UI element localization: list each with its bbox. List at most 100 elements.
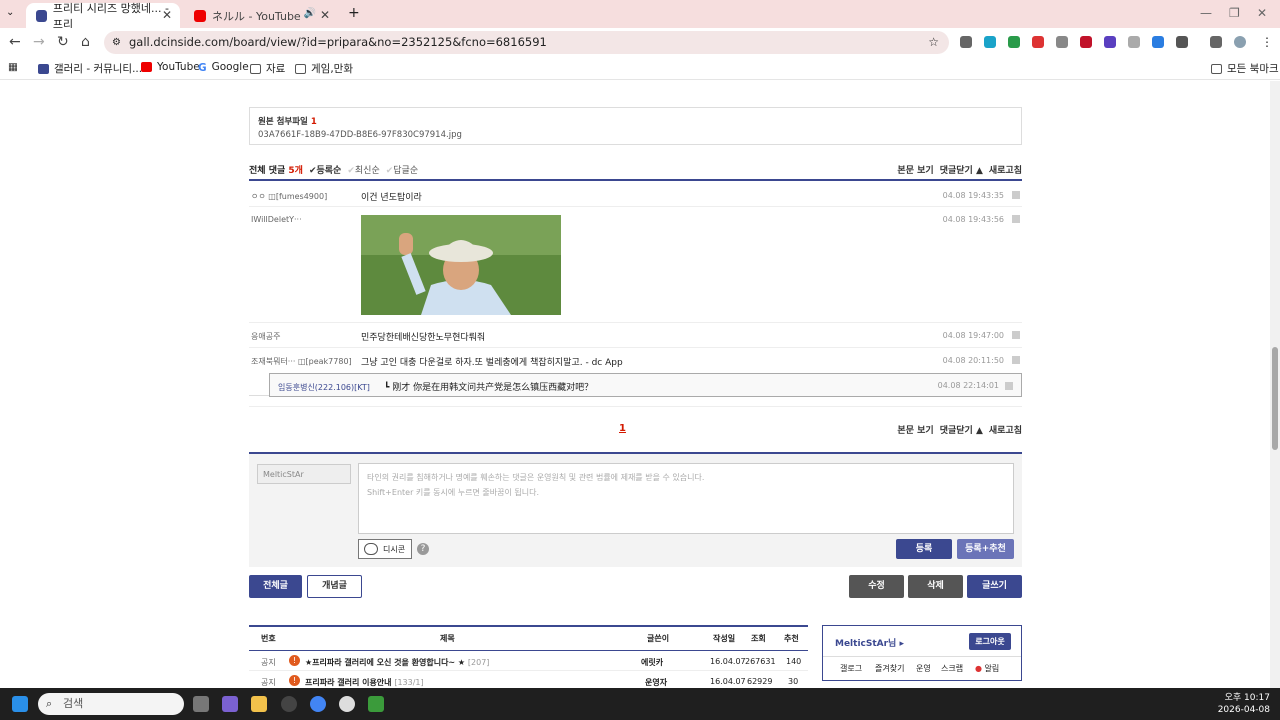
bookmark-all[interactable]: 모든 북마크	[1211, 61, 1279, 76]
table-row[interactable]: 공지 ! 프리파라 갤러리 이용안내 [133/1] 운영자 16.04.07 …	[249, 671, 808, 688]
row-recommend: 140	[786, 657, 802, 666]
comment-image	[361, 215, 561, 315]
refresh-button[interactable]: 새로고침	[989, 423, 1022, 436]
comment-nick[interactable]: 조재북뭐터··· ◫[peak7780]	[251, 356, 352, 367]
back-icon[interactable]: ←	[9, 34, 21, 50]
page-number[interactable]: 1	[619, 423, 626, 434]
scrollbar-thumb[interactable]	[1272, 347, 1278, 450]
bookmark-star-icon[interactable]: ☆	[928, 31, 939, 54]
delete-comment-icon[interactable]	[1012, 215, 1020, 223]
apps-grid-icon[interactable]: ▦	[8, 61, 18, 73]
sort-latest[interactable]: ✔최신순	[347, 163, 379, 176]
refresh-button[interactable]: 새로고침	[989, 163, 1022, 176]
chrome-icon[interactable]	[310, 696, 326, 712]
address-bar[interactable]: ⚙ gall.dcinside.com/board/view/?id=pripa…	[104, 31, 949, 54]
write-post-button[interactable]: 글쓰기	[967, 575, 1022, 598]
manage-link[interactable]: 운영	[916, 663, 931, 674]
login-nick[interactable]: MelticStAr님 ▸	[835, 636, 904, 649]
row-title[interactable]: 프리파라 갤러리 이용안내 [133/1]	[305, 677, 424, 688]
forward-icon[interactable]: →	[33, 34, 45, 50]
delete-comment-icon[interactable]	[1012, 356, 1020, 364]
delete-comment-icon[interactable]	[1012, 191, 1020, 199]
post-list-table: 번호 제목 글쓴이 작성일 조회 추천 공지 ! ★프리파라 갤러리에 오신 것…	[249, 625, 808, 688]
notification-link[interactable]: ● 알림	[975, 663, 999, 674]
reply-nick[interactable]: 임동훈병신(222.106)[KT]	[278, 382, 370, 393]
attachment-title-text: 원본 첨부파일	[258, 117, 308, 127]
favorites-link[interactable]: 즐겨찾기	[875, 663, 904, 674]
view-post-button[interactable]: 본문 보기	[897, 163, 933, 176]
bookmark-folder-game[interactable]: 게임,만화	[295, 61, 353, 76]
minimize-icon[interactable]: —	[1200, 6, 1212, 20]
row-writer[interactable]: 에릿카	[641, 657, 663, 668]
task-view-icon[interactable]	[193, 696, 209, 712]
delete-reply-icon[interactable]	[1005, 382, 1013, 390]
comment-nick[interactable]: IWillDeletY···	[251, 215, 302, 224]
app-icon[interactable]	[368, 696, 384, 712]
tab-title: ネルル - YouTube	[212, 9, 301, 23]
row-writer[interactable]: 운영자	[645, 677, 667, 688]
extension-icon[interactable]	[1032, 36, 1044, 48]
comment-total-count: 5개	[288, 166, 303, 176]
gallog-link[interactable]: 갤로그	[840, 663, 862, 674]
scrap-link[interactable]: 스크랩	[941, 663, 963, 674]
extension-icon[interactable]	[1104, 36, 1116, 48]
reading-list-icon[interactable]	[1210, 36, 1222, 48]
tab-pripara[interactable]: 프리티 시리즈 망했네... - 프리 ✕	[26, 2, 180, 31]
extension-icon[interactable]	[960, 36, 972, 48]
concept-posts-button[interactable]: 개념글	[307, 575, 362, 598]
comment-nick[interactable]: 응애공주	[251, 331, 280, 342]
edit-button[interactable]: 수정	[849, 575, 904, 598]
logout-button[interactable]: 로그아웃	[969, 633, 1011, 650]
taskbar: ⌕ 검색 오후 10:17 2026-04-08	[0, 688, 1280, 720]
menu-dots-icon[interactable]: ⋮	[1261, 35, 1273, 49]
page-content: 원본 첨부파일 1 03A7661F-18B9-47DD-B8E6-97F830…	[0, 81, 1270, 688]
tab-youtube[interactable]: ネルル - YouTube 🔊 ✕	[184, 3, 338, 28]
bookmark-google[interactable]: G Google	[198, 61, 249, 74]
file-explorer-icon[interactable]	[251, 696, 267, 712]
download-icon[interactable]	[1152, 36, 1164, 48]
submit-comment-button[interactable]: 등록	[896, 539, 952, 559]
close-tab-icon[interactable]: ✕	[320, 8, 330, 22]
close-tab-icon[interactable]: ✕	[162, 8, 172, 22]
sort-replies[interactable]: ✔답글순	[386, 163, 418, 176]
bookmark-gallery[interactable]: 갤러리 - 커뮤니티...	[38, 61, 142, 76]
tab-list-icon[interactable]: ⌄	[6, 7, 14, 18]
view-post-button[interactable]: 본문 보기	[897, 423, 933, 436]
row-title[interactable]: ★프리파라 갤러리에 오신 것을 환영합니다~ ★ [207]	[305, 657, 489, 668]
app-icon[interactable]	[339, 696, 355, 712]
dccon-button[interactable]: 디시콘	[358, 539, 412, 559]
system-clock[interactable]: 오후 10:17 2026-04-08	[1218, 692, 1270, 716]
table-row[interactable]: 공지 ! ★프리파라 갤러리에 오신 것을 환영합니다~ ★ [207] 에릿카…	[249, 651, 808, 671]
extension-icon[interactable]	[984, 36, 996, 48]
sort-registered[interactable]: ✔등록순	[309, 163, 341, 176]
extension-icon[interactable]	[1128, 36, 1140, 48]
new-tab-icon[interactable]: +	[348, 5, 360, 21]
delete-comment-icon[interactable]	[1012, 331, 1020, 339]
restore-icon[interactable]: ❐	[1229, 6, 1240, 20]
bookmark-folder-data[interactable]: 자료	[250, 61, 285, 76]
all-posts-button[interactable]: 전체글	[249, 575, 302, 598]
submit-recommend-button[interactable]: 등록+추천	[957, 539, 1014, 559]
delete-button[interactable]: 삭제	[908, 575, 963, 598]
comment-nick[interactable]: ㅇㅇ ◫[fumes4900]	[251, 191, 327, 202]
extensions-puzzle-icon[interactable]	[1176, 36, 1188, 48]
close-comments-button[interactable]: 댓글닫기 ▲	[940, 163, 983, 176]
close-window-icon[interactable]: ✕	[1257, 6, 1267, 20]
extension-icon[interactable]	[1008, 36, 1020, 48]
taskbar-search[interactable]: ⌕ 검색	[38, 693, 184, 715]
app-icon[interactable]	[281, 696, 297, 712]
speaker-icon[interactable]: 🔊	[304, 8, 316, 19]
site-info-icon[interactable]: ⚙	[112, 31, 121, 54]
extension-icon[interactable]	[1056, 36, 1068, 48]
attachment-file-link[interactable]: 03A7661F-18B9-47DD-B8E6-97F830C97914.jpg	[258, 130, 1013, 140]
copilot-icon[interactable]	[222, 696, 238, 712]
bookmark-youtube[interactable]: YouTube	[141, 61, 200, 73]
comment-textarea[interactable]: 타인의 권리를 침해하거나 명예를 훼손하는 댓글은 운영원칙 및 관련 법률에…	[358, 463, 1014, 534]
extension-icon[interactable]	[1080, 36, 1092, 48]
help-icon[interactable]: ?	[417, 543, 429, 555]
profile-avatar[interactable]	[1234, 36, 1246, 48]
home-icon[interactable]: ⌂	[81, 34, 90, 50]
reload-icon[interactable]: ↻	[57, 34, 69, 50]
close-comments-button[interactable]: 댓글닫기 ▲	[940, 423, 983, 436]
windows-start-icon[interactable]	[12, 696, 28, 712]
